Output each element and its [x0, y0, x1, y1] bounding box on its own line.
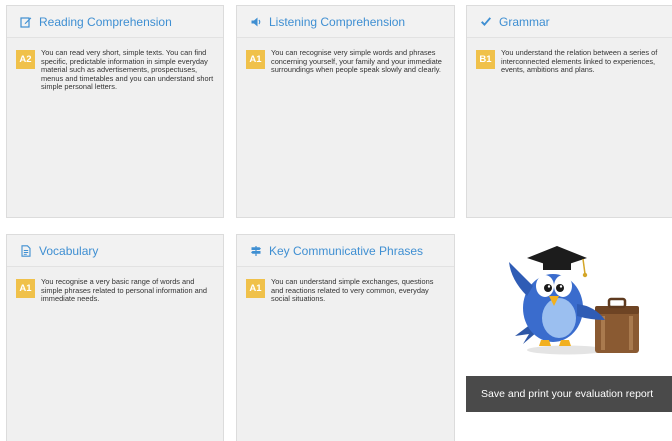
- card-body: A1 You recognise a very basic range of w…: [7, 267, 223, 304]
- card-listening-comprehension: Listening Comprehension A1 You can recog…: [236, 5, 455, 218]
- card-reading-comprehension: Reading Comprehension A2 You can read ve…: [6, 5, 224, 218]
- card-body: B1 You understand the relation between a…: [467, 38, 672, 75]
- level-badge: A1: [16, 279, 35, 298]
- level-badge: A1: [246, 279, 265, 298]
- card-grammar: Grammar B1 You understand the relation b…: [466, 5, 672, 218]
- graduation-cap-illustration: [527, 246, 588, 278]
- card-body: A2 You can read very short, simple texts…: [7, 38, 223, 92]
- card-body: A1 You can recognise very simple words a…: [237, 38, 454, 75]
- level-badge: A1: [246, 50, 265, 69]
- save-and-print-report-button[interactable]: Save and print your evaluation report: [466, 376, 672, 412]
- card-description: You recognise a very basic range of word…: [41, 277, 207, 304]
- card-header: Listening Comprehension: [237, 6, 454, 38]
- card-title: Grammar: [499, 14, 550, 29]
- document-icon: [19, 244, 33, 258]
- graduate-bird-mascot: [509, 246, 639, 355]
- volume-icon: [249, 15, 263, 29]
- card-title: Reading Comprehension: [39, 14, 172, 29]
- card-header: Grammar: [467, 6, 672, 38]
- card-description: You can understand simple exchanges, que…: [271, 277, 434, 304]
- card-header: Vocabulary: [7, 235, 223, 267]
- card-description: You can read very short, simple texts. Y…: [41, 48, 214, 92]
- level-badge: B1: [476, 50, 495, 69]
- card-title: Vocabulary: [39, 243, 99, 258]
- card-vocabulary: Vocabulary A1 You recognise a very basic…: [6, 234, 224, 441]
- card-title: Listening Comprehension: [269, 14, 406, 29]
- signpost-icon: [249, 244, 263, 258]
- level-badge: A2: [16, 50, 35, 69]
- card-description: You understand the relation between a se…: [501, 48, 658, 75]
- edit-icon: [19, 15, 33, 29]
- card-key-communicative-phrases: Key Communicative Phrases A1 You can und…: [236, 234, 455, 441]
- check-icon: [479, 15, 493, 29]
- card-title: Key Communicative Phrases: [269, 243, 424, 258]
- card-header: Key Communicative Phrases: [237, 235, 454, 267]
- card-header: Reading Comprehension: [7, 6, 223, 38]
- suitcase-illustration: [595, 297, 639, 353]
- card-description: You can recognise very simple words and …: [271, 48, 442, 75]
- card-body: A1 You can understand simple exchanges, …: [237, 267, 454, 304]
